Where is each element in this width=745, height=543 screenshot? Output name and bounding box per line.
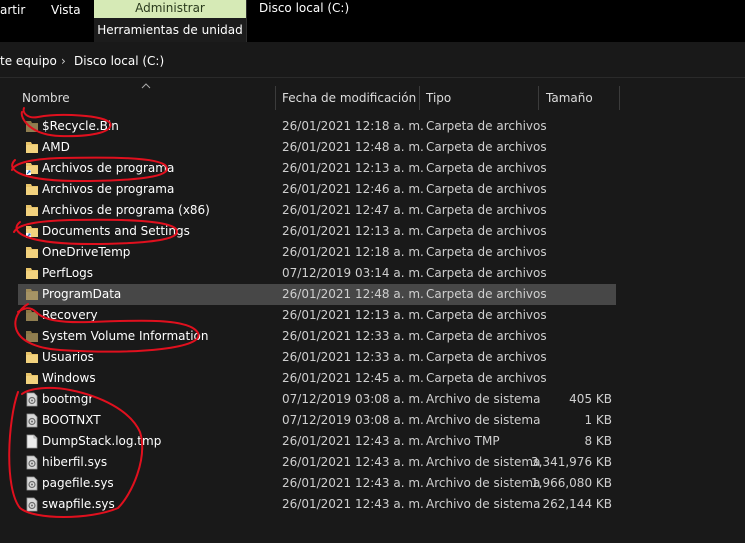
annotation-overlay [8,107,200,518]
annotation-circle [20,107,112,138]
annotation-circle [11,156,168,183]
annotation-circle [14,303,200,353]
annotation-circle [13,218,178,246]
annotation-circle [8,386,144,518]
